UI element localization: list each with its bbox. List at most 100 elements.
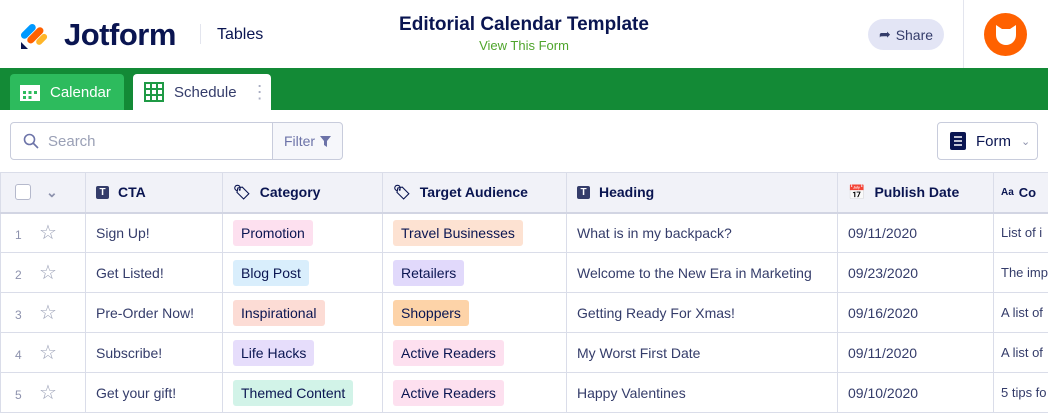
chevron-down-icon[interactable]: ⌄ [46,184,58,201]
row-number: 5 [15,388,22,402]
share-arrow-icon: ➦ [878,26,891,42]
data-table: ⌄ T CTA 🏷 Category 🏷 Target Audience T Headi… [0,172,1048,413]
category-cell[interactable]: Life Hacks [222,332,383,373]
filter-label: Filter [283,133,316,149]
heading-cell[interactable]: Happy Valentines [566,372,838,413]
search-input[interactable] [48,132,248,150]
heading-cell[interactable]: Welcome to the New Era in Marketing [566,252,838,293]
column-header-heading[interactable]: T Heading [566,172,838,214]
column-header-target-audience[interactable]: 🏷 Target Audience [382,172,567,214]
column-header-cta[interactable]: T CTA [85,172,223,214]
column-label: Publish Date [874,184,960,201]
target-audience-tag: Active Readers [393,379,504,406]
content-cell[interactable]: A list of [993,332,1048,373]
target-audience-cell[interactable]: Retailers [382,252,567,293]
star-icon[interactable]: ☆ [39,262,57,284]
category-cell[interactable]: Promotion [222,212,383,253]
tab-schedule[interactable]: Schedule ⋮ [133,74,271,110]
category-cell[interactable]: Inspirational [222,292,383,333]
text-aa-icon: Aa [1001,186,1014,198]
chevron-down-icon: ⌄ [1021,135,1031,148]
heading-cell[interactable]: What is in my backpack? [566,212,838,253]
select-all-checkbox[interactable] [15,184,31,201]
table-row[interactable]: 5 ☆ Get your gift! Themed Content Active … [0,372,1048,413]
tag-icon: 🏷 [393,183,411,200]
row-number: 2 [15,268,22,282]
calendar-icon: 📅 [848,183,866,200]
cta-cell[interactable]: Pre-Order Now! [85,292,223,333]
target-audience-cell[interactable]: Active Readers [382,372,567,413]
cta-cell[interactable]: Sign Up! [85,212,223,253]
star-icon[interactable]: ☆ [39,342,57,364]
column-header-category[interactable]: 🏷 Category [222,172,383,214]
search-icon [23,133,39,149]
table-row[interactable]: 3 ☆ Pre-Order Now! Inspirational Shoppers… [0,292,1048,333]
category-cell[interactable]: Blog Post [222,252,383,293]
select-all-cell: ⌄ [0,172,86,214]
row-index-cell: 1 ☆ [0,212,86,253]
content-cell[interactable]: A list of [993,292,1048,333]
publish-date-cell[interactable]: 09/11/2020 [837,212,994,253]
category-tag: Blog Post [233,259,309,286]
category-tag: Promotion [233,219,313,246]
form-icon [950,132,966,150]
category-tag: Themed Content [233,379,354,406]
star-icon[interactable]: ☆ [39,222,57,244]
content-cell[interactable]: The imp [993,252,1048,293]
column-label: Co [1018,184,1037,200]
more-options-icon[interactable]: ⋮ [251,82,269,103]
row-index-cell: 2 ☆ [0,252,86,293]
target-audience-tag: Travel Businesses [393,219,523,246]
column-header-content[interactable]: Aa Co [993,172,1048,214]
publish-date-cell[interactable]: 09/10/2020 [837,372,994,413]
row-index-cell: 4 ☆ [0,332,86,373]
publish-date-cell[interactable]: 09/16/2020 [837,292,994,333]
table-row[interactable]: 2 ☆ Get Listed! Blog Post Retailers Welco… [0,252,1048,293]
table-row[interactable]: 4 ☆ Subscribe! Life Hacks Active Readers … [0,332,1048,373]
share-label: Share [895,26,934,43]
header-row: ⌄ T CTA 🏷 Category 🏷 Target Audience T Headi… [0,172,1048,214]
tab-label: Calendar [50,83,111,101]
target-audience-cell[interactable]: Shoppers [382,292,567,333]
cta-cell[interactable]: Get your gift! [85,372,223,413]
column-label: CTA [118,184,146,201]
form-dropdown[interactable]: Form ⌄ [937,122,1038,160]
tag-icon: 🏷 [233,183,251,200]
tab-label: Schedule [174,83,237,101]
content-cell[interactable]: List of i [993,212,1048,253]
publish-date-cell[interactable]: 09/23/2020 [837,252,994,293]
cta-cell[interactable]: Subscribe! [85,332,223,373]
star-icon[interactable]: ☆ [39,382,57,404]
heading-cell[interactable]: Getting Ready For Xmas! [566,292,838,333]
cta-cell[interactable]: Get Listed! [85,252,223,293]
category-cell[interactable]: Themed Content [222,372,383,413]
divider [963,0,964,68]
top-header: Jotform Tables Editorial Calendar Templa… [0,0,1048,68]
calendar-icon [20,85,40,101]
row-number: 4 [15,348,22,362]
text-type-icon: T [577,185,590,199]
content-cell[interactable]: 5 tips fo [993,372,1048,413]
avatar[interactable] [984,13,1027,56]
star-icon[interactable]: ☆ [39,302,57,324]
share-button[interactable]: ➦ Share [868,19,944,50]
publish-date-cell[interactable]: 09/11/2020 [837,332,994,373]
column-header-publish-date[interactable]: 📅 Publish Date [837,172,994,214]
cat-avatar-icon [995,24,1016,45]
category-tag: Inspirational [233,299,325,326]
column-label: Target Audience [419,184,528,201]
form-label: Form [976,132,1011,150]
view-form-link[interactable]: View This Form [479,38,569,53]
funnel-icon [320,135,332,147]
text-type-icon: T [96,185,109,199]
target-audience-tag: Retailers [393,259,465,286]
row-index-cell: 3 ☆ [0,292,86,333]
filter-button[interactable]: Filter [272,122,343,160]
target-audience-cell[interactable]: Travel Businesses [382,212,567,253]
target-audience-cell[interactable]: Active Readers [382,332,567,373]
table-row[interactable]: 1 ☆ Sign Up! Promotion Travel Businesses … [0,212,1048,253]
tab-bar: Calendar Schedule ⋮ [0,68,1048,110]
heading-cell[interactable]: My Worst First Date [566,332,838,373]
tab-calendar[interactable]: Calendar [10,74,124,110]
row-number: 3 [15,308,22,322]
